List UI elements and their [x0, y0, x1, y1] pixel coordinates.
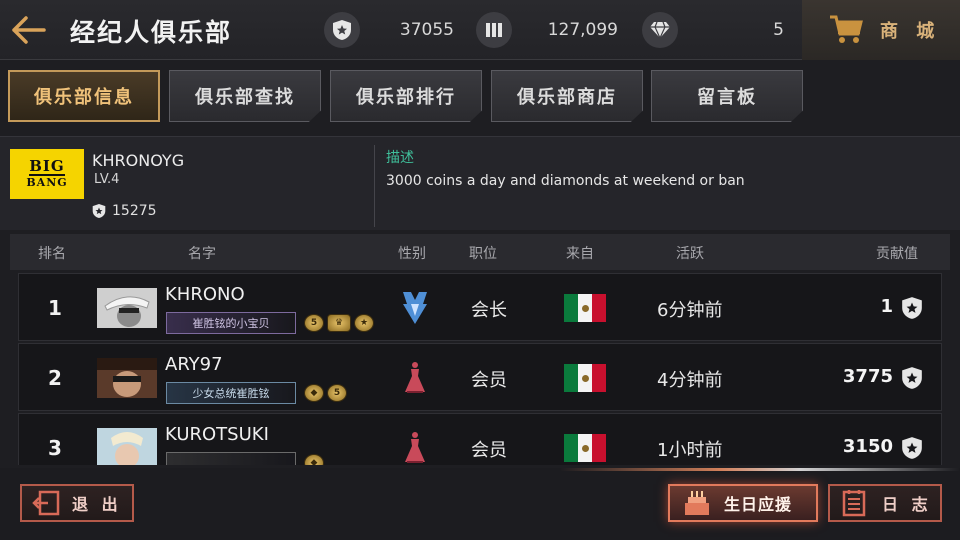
shield-currency-value: 37055: [399, 20, 454, 40]
member-badges: ◆: [304, 454, 324, 465]
club-name: KHRONOYG: [92, 151, 185, 170]
shield-icon: [902, 367, 922, 389]
back-arrow-icon: [12, 16, 46, 44]
club-logo-text-bottom: BANG: [26, 176, 68, 189]
ticket-value: 127,099: [547, 20, 618, 40]
diamond-value: 5: [773, 20, 784, 40]
log-icon: [842, 490, 866, 517]
shield-icon: [902, 437, 922, 459]
tab-club-ranking[interactable]: 俱乐部排行: [330, 70, 482, 122]
header-gender: 性别: [398, 246, 426, 262]
member-title-badge: 少女总统崔胜铉: [166, 382, 296, 404]
member-rank: 1: [48, 296, 62, 320]
medal-icon: 5: [304, 314, 324, 332]
club-level: LV.4: [94, 172, 120, 187]
cart-icon: [830, 15, 863, 43]
header-from: 来自: [566, 246, 594, 262]
club-points: 15275: [92, 203, 157, 219]
top-bar: 经纪人俱乐部 37055 127,099 5 商 城: [0, 0, 960, 60]
header-role: 职位: [469, 246, 497, 262]
member-last-active: 1小时前: [657, 440, 723, 461]
shield-icon: [92, 204, 106, 218]
diamond-icon: [642, 12, 678, 48]
member-title-badge: 崔胜铉的小宝贝: [166, 312, 296, 334]
club-logo-text-top: BIG: [29, 157, 65, 176]
header-name: 名字: [188, 246, 216, 262]
member-rank: 2: [48, 366, 62, 390]
ticket-icon: [476, 12, 512, 48]
member-contribution: 1: [880, 296, 893, 317]
medal-icon: ◆: [304, 454, 324, 465]
member-role: 会员: [471, 440, 507, 461]
bottom-bar: 退 出 生日应援 日 志: [0, 468, 960, 540]
member-name: KHRONO: [165, 284, 245, 305]
member-contribution: 3150: [842, 436, 893, 457]
birthday-support-label: 生日应援: [724, 495, 793, 514]
table-row[interactable]: 2 ARY97 少女总统崔胜铉 ◆ 5 会员 4分钟前 3775: [18, 343, 942, 411]
shop-button[interactable]: 商 城: [802, 0, 960, 60]
shield-currency-icon: [324, 12, 360, 48]
club-info-panel: BIG BANG KHRONOYG LV.4 15275 描述 3000 coi…: [0, 136, 960, 230]
page-title: 经纪人俱乐部: [70, 18, 233, 47]
medal-icon: 5: [327, 384, 347, 402]
exit-button[interactable]: 退 出: [20, 484, 134, 522]
back-button[interactable]: [10, 14, 48, 46]
glow-decoration: [560, 468, 960, 471]
star-medal-icon: ★: [354, 314, 374, 332]
member-contribution: 3775: [842, 366, 893, 387]
mexico-flag-icon: [564, 434, 606, 462]
header-rank: 排名: [38, 246, 66, 262]
header-contribution: 贡献值: [876, 246, 918, 262]
male-icon: [401, 290, 429, 326]
club-logo: BIG BANG: [10, 149, 84, 199]
shop-label: 商 城: [880, 21, 941, 42]
member-last-active: 4分钟前: [657, 370, 723, 391]
table-row[interactable]: 3 KUROTSUKI ◆ 会员 1小时前 3150: [18, 413, 942, 465]
log-label: 日 志: [882, 495, 932, 514]
member-last-active: 6分钟前: [657, 300, 723, 321]
member-name: KUROTSUKI: [165, 424, 269, 445]
member-table-header: 排名 名字 性别 职位 来自 活跃 贡献值: [10, 234, 950, 270]
female-icon: [401, 430, 429, 465]
description-label: 描述: [386, 150, 414, 166]
member-role: 会长: [471, 300, 507, 321]
member-badges: ◆ 5: [304, 384, 347, 402]
crest-icon: ♛: [327, 314, 351, 332]
avatar[interactable]: [97, 358, 157, 398]
mexico-flag-icon: [564, 294, 606, 322]
avatar[interactable]: [97, 428, 157, 465]
member-badges: 5 ♛ ★: [304, 314, 374, 332]
log-button[interactable]: 日 志: [828, 484, 942, 522]
club-description: 3000 coins a day and diamonds at weekend…: [386, 173, 745, 189]
shield-icon: [902, 297, 922, 319]
table-row[interactable]: 1 KHRONO 崔胜铉的小宝贝 5 ♛ ★ 会长 6分钟前 1: [18, 273, 942, 341]
tab-club-shop[interactable]: 俱乐部商店: [491, 70, 643, 122]
member-name: ARY97: [165, 354, 223, 375]
tab-message-board[interactable]: 留言板: [651, 70, 803, 122]
info-divider: [374, 145, 375, 227]
avatar[interactable]: [97, 288, 157, 328]
mexico-flag-icon: [564, 364, 606, 392]
cake-icon: [685, 491, 709, 515]
birthday-support-button[interactable]: 生日应援: [668, 484, 818, 522]
club-points-value: 15275: [112, 203, 157, 219]
exit-icon: [32, 490, 60, 516]
female-icon: [401, 360, 429, 396]
header-active: 活跃: [676, 246, 704, 262]
tab-club-info[interactable]: 俱乐部信息: [8, 70, 160, 122]
medal-icon: ◆: [304, 384, 324, 402]
member-list[interactable]: 1 KHRONO 崔胜铉的小宝贝 5 ♛ ★ 会长 6分钟前 1 2 ARY97…: [18, 273, 942, 465]
exit-label: 退 出: [72, 495, 122, 514]
member-title-badge: [166, 452, 296, 465]
member-rank: 3: [48, 436, 62, 460]
tab-club-search[interactable]: 俱乐部查找: [169, 70, 321, 122]
member-role: 会员: [471, 370, 507, 391]
